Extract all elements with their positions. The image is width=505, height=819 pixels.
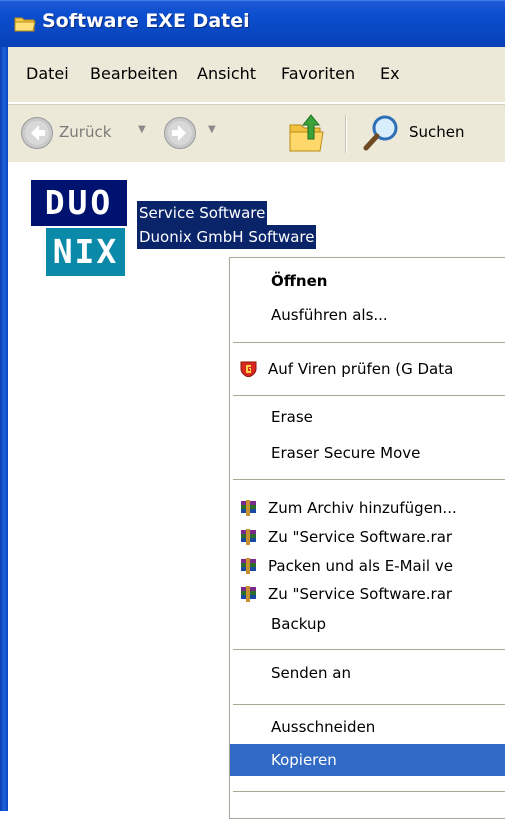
menu-item-send-to[interactable]: Senden an [230, 659, 505, 687]
menu-bearbeiten[interactable]: Bearbeiten [90, 64, 178, 83]
winrar-icon [241, 558, 256, 574]
menu-item-add-rar-email[interactable]: Zu "Service Software.rar [230, 580, 505, 608]
menu-item-copy[interactable]: Kopieren [230, 744, 505, 776]
forward-arrow-icon[interactable] [163, 116, 197, 150]
winrar-icon [241, 500, 256, 516]
menu-separator [233, 342, 505, 343]
gdata-shield-icon [240, 361, 257, 377]
logo-top: DUO [31, 180, 127, 226]
search-icon[interactable] [363, 113, 403, 153]
back-dropdown-icon[interactable]: ▼ [138, 124, 146, 135]
menu-item-backup[interactable]: Backup [230, 610, 505, 638]
file-company-label[interactable]: Duonix GmbH Software [137, 225, 317, 249]
menu-favoriten[interactable]: Favoriten [281, 64, 355, 83]
menu-item-pack-email[interactable]: Packen und als E-Mail ve [230, 552, 505, 580]
window-frame-left [0, 47, 8, 811]
menu-separator [233, 479, 505, 480]
toolbar: Zurück ▼ ▼ Suchen [8, 104, 505, 162]
menu-ansicht[interactable]: Ansicht [197, 64, 256, 83]
winrar-icon [241, 586, 256, 602]
menu-separator [233, 395, 505, 396]
menu-item-run-as[interactable]: Ausführen als... [230, 301, 505, 329]
folder-up-icon[interactable] [287, 111, 327, 155]
forward-dropdown-icon[interactable]: ▼ [208, 124, 216, 135]
context-menu: Öffnen Ausführen als... Auf Viren prüfen… [229, 257, 505, 819]
menu-item-cut[interactable]: Ausschneiden [230, 713, 505, 741]
menu-item-add-rar[interactable]: Zu "Service Software.rar [230, 523, 505, 551]
title-bar[interactable]: Software EXE Datei [0, 0, 505, 47]
back-button[interactable]: Zurück [59, 123, 111, 141]
window-title: Software EXE Datei [42, 10, 250, 32]
menu-bar: Datei Bearbeiten Ansicht Favoriten Ex [8, 47, 505, 103]
menu-item-virus-scan[interactable]: Auf Viren prüfen (G Data [230, 355, 505, 383]
back-arrow-icon[interactable] [20, 116, 54, 150]
menu-extras[interactable]: Ex [380, 64, 400, 83]
file-name-label[interactable]: Service Software [137, 201, 268, 225]
search-button[interactable]: Suchen [409, 123, 465, 141]
menu-separator [233, 649, 505, 650]
winrar-icon [241, 529, 256, 545]
logo-bottom: NIX [46, 228, 125, 276]
menu-item-erase[interactable]: Erase [230, 403, 505, 431]
menu-item-eraser-move[interactable]: Eraser Secure Move [230, 439, 505, 467]
menu-item-add-archive[interactable]: Zum Archiv hinzufügen... [230, 494, 505, 522]
menu-datei[interactable]: Datei [26, 64, 69, 83]
menu-item-open[interactable]: Öffnen [230, 267, 505, 295]
menu-separator [233, 704, 505, 705]
folder-icon [14, 17, 36, 32]
duonix-logo-icon[interactable]: DUO NIX [31, 180, 127, 278]
menu-separator [233, 791, 505, 792]
toolbar-separator [345, 115, 347, 153]
